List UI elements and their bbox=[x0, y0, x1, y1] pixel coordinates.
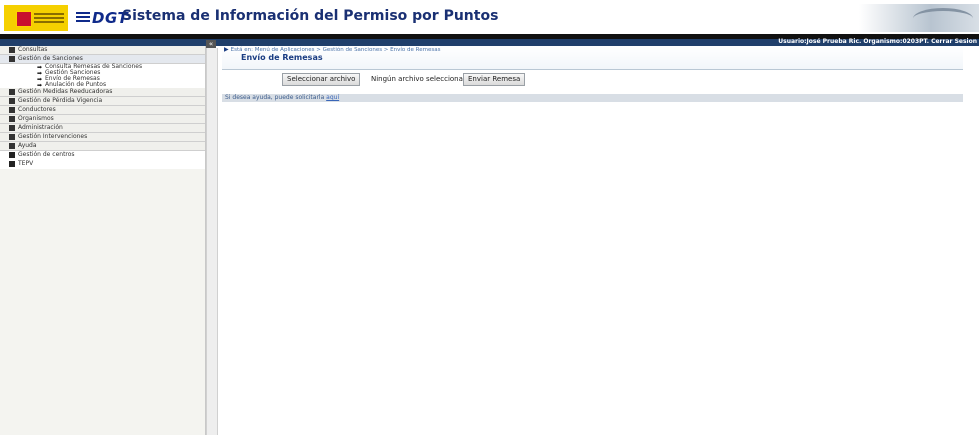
user-bar: Usuario:José Prueba Ric. Organismo:0203P… bbox=[0, 38, 979, 46]
header-decoration bbox=[859, 4, 979, 32]
breadcrumb-arrow-icon: ▶ bbox=[224, 46, 229, 53]
bullet-icon bbox=[9, 161, 15, 167]
sidebar-item-ayuda[interactable]: Ayuda bbox=[0, 142, 205, 151]
expand-icon bbox=[9, 98, 15, 104]
sidebar: Consultas Gestión de Sanciones ➡ Consulta… bbox=[0, 46, 206, 435]
app-title: Sistema de Información del Permiso por P… bbox=[122, 8, 499, 24]
user-info[interactable]: Usuario:José Prueba Ric. Organismo:0203P… bbox=[778, 38, 977, 45]
no-file-label: Ningún archivo seleccionado bbox=[371, 75, 472, 83]
spain-coat-of-arms-icon bbox=[16, 11, 32, 27]
sidebar-item-perdida-vigencia[interactable]: Gestión de Pérdida Vigencia bbox=[0, 97, 205, 106]
page-title: Envío de Remesas bbox=[241, 53, 323, 62]
gobierno-logo bbox=[4, 5, 68, 31]
sidebar-item-medidas-reeducadoras[interactable]: Gestión Medidas Reeducadoras bbox=[0, 88, 205, 97]
expand-icon bbox=[9, 107, 15, 113]
sidebar-item-administracion[interactable]: Administración bbox=[0, 124, 205, 133]
expand-icon bbox=[9, 116, 15, 122]
help-bar: Si desea ayuda, puede solicitarla aquí bbox=[222, 94, 963, 102]
dgt-stripes-icon bbox=[76, 12, 90, 22]
expand-icon bbox=[9, 134, 15, 140]
app-header: DGT Sistema de Información del Permiso p… bbox=[0, 0, 979, 34]
breadcrumb: ▶ Está en: Menú de Aplicaciones > Gestión… bbox=[224, 46, 441, 53]
collapse-icon bbox=[9, 56, 15, 62]
bullet-icon bbox=[9, 152, 15, 158]
sidebar-item-conductores[interactable]: Conductores bbox=[0, 106, 205, 115]
help-text: Si desea ayuda, puede solicitarla bbox=[225, 94, 327, 101]
title-panel: ▶ Está en: Menú de Aplicaciones > Gestión… bbox=[222, 46, 963, 70]
dgt-logo: DGT bbox=[76, 9, 128, 27]
sidebar-item-organismos[interactable]: Organismos bbox=[0, 115, 205, 124]
sidebar-menu: Consultas Gestión de Sanciones ➡ Consulta… bbox=[0, 46, 205, 169]
expand-icon bbox=[9, 47, 15, 53]
sidebar-item-tepv[interactable]: TEPV bbox=[0, 160, 205, 169]
sidebar-item-gestion-centros[interactable]: Gestión de centros bbox=[0, 151, 205, 160]
expand-icon bbox=[9, 89, 15, 95]
main-content: ▶ Está en: Menú de Aplicaciones > Gestión… bbox=[222, 46, 963, 435]
help-link[interactable]: aquí bbox=[326, 94, 339, 101]
sidebar-splitter[interactable] bbox=[206, 48, 218, 435]
sidebar-item-intervenciones[interactable]: Gestión Intervenciones bbox=[0, 133, 205, 142]
send-remesa-button[interactable]: Enviar Remesa bbox=[463, 73, 526, 86]
expand-icon bbox=[9, 143, 15, 149]
select-file-button[interactable]: Seleccionar archivo bbox=[282, 73, 361, 86]
collapse-sidebar-icon[interactable]: « bbox=[206, 40, 216, 48]
expand-icon bbox=[9, 125, 15, 131]
sidebar-item-consultas[interactable]: Consultas bbox=[0, 46, 205, 55]
